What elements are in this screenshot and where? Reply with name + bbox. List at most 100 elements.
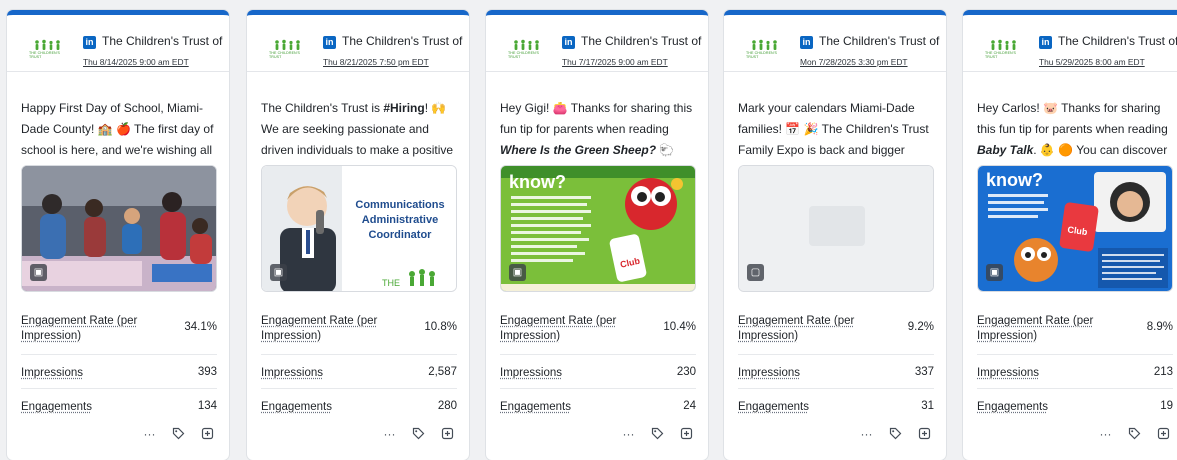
metric-value: 230 (677, 366, 696, 378)
linkedin-icon: in (83, 36, 96, 49)
trust-logo: THE CHILDREN'S TRUST (269, 39, 309, 61)
post-card[interactable]: THE CHILDREN'S TRUST in The Children's T… (486, 10, 708, 460)
post-text: The Children's Trust is #Hiring! 🙌 We ar… (261, 98, 457, 158)
account-name[interactable]: The Children's Trust of ... (342, 34, 466, 48)
trust-logo-figures-icon (511, 39, 545, 51)
metric-value: 2,587 (428, 366, 457, 378)
post-card[interactable]: THE CHILDREN'S TRUST in The Children's T… (7, 10, 229, 460)
green-sheep-promo-image: know? Club (501, 166, 696, 292)
linkedin-icon: in (800, 36, 813, 49)
logo-text: THE CHILDREN'S TRUST (269, 51, 309, 59)
metric-label[interactable]: Engagements (738, 400, 868, 415)
more-options-button[interactable]: ··· (142, 427, 157, 442)
metric-label[interactable]: Engagement Rate (per Impression) (261, 314, 391, 344)
metric-label[interactable]: Impressions (738, 366, 868, 381)
account-name[interactable]: The Children's Trust of ... (102, 34, 226, 48)
trust-logo: THE CHILDREN'S TRUST (985, 39, 1025, 61)
divider (977, 388, 1173, 389)
note-icon[interactable] (200, 427, 215, 442)
trust-logo: THE CHILDREN'S TRUST (508, 39, 548, 61)
image-title-1: Communications (355, 199, 444, 211)
note-icon[interactable] (440, 427, 455, 442)
post-media[interactable]: know? Club ▣ (977, 165, 1173, 292)
post-date-link[interactable]: Thu 8/14/2025 9:00 am EDT (83, 57, 189, 67)
metric-label[interactable]: Impressions (21, 366, 151, 381)
metric-label[interactable]: Impressions (500, 366, 630, 381)
trust-logo-figures-icon (32, 39, 66, 51)
post-text: Hey Carlos! 🐷 Thanks for sharing this fu… (977, 98, 1173, 158)
metric-label[interactable]: Engagement Rate (per Impression) (500, 314, 630, 344)
divider (261, 354, 457, 355)
trust-logo: THE CHILDREN'S TRUST (746, 39, 786, 61)
metric-engagement-rate: Engagement Rate (per Impression) 34.1% (21, 314, 217, 346)
divider (21, 388, 217, 389)
metric-label[interactable]: Engagement Rate (per Impression) (977, 314, 1107, 344)
divider (977, 354, 1173, 355)
metric-label[interactable]: Impressions (261, 366, 391, 381)
metric-label[interactable]: Impressions (977, 366, 1107, 381)
post-media[interactable]: ▣ (21, 165, 217, 292)
metric-engagement-rate: Engagement Rate (per Impression) 8.9% (977, 314, 1173, 346)
post-date-link[interactable]: Thu 8/21/2025 7:50 pm EDT (323, 57, 429, 67)
post-text: Mark your calendars Miami-Dade families!… (738, 98, 934, 158)
post-card[interactable]: THE CHILDREN'S TRUST in The Children's T… (724, 10, 946, 460)
post-text: Happy First Day of School, Miami-Dade Co… (21, 98, 217, 158)
image-title-3: Coordinator (369, 229, 433, 241)
post-card[interactable]: THE CHILDREN'S TRUST in The Children's T… (247, 10, 469, 460)
tag-icon[interactable] (171, 427, 186, 442)
post-media[interactable]: Communications Administrative Coordinato… (261, 165, 457, 292)
account-name[interactable]: The Children's Trust of ... (819, 34, 943, 48)
more-options-button[interactable]: ··· (1098, 427, 1113, 442)
baby-talk-promo-image: know? Club (978, 166, 1173, 292)
divider (500, 354, 696, 355)
note-icon[interactable] (679, 427, 694, 442)
account-name[interactable]: The Children's Trust of ... (1058, 34, 1177, 48)
metric-label[interactable]: Engagements (21, 400, 151, 415)
metric-value: 24 (683, 400, 696, 412)
image-title-2: Administrative (362, 214, 438, 226)
post-header: THE CHILDREN'S TRUST in The Children's T… (963, 15, 1177, 72)
tag-icon[interactable] (411, 427, 426, 442)
trust-logo: THE CHILDREN'S TRUST (29, 39, 69, 61)
metric-label[interactable]: Engagements (500, 400, 630, 415)
metric-value: 10.4% (663, 321, 696, 333)
metric-label[interactable]: Engagements (261, 400, 391, 415)
note-icon[interactable] (1156, 427, 1171, 442)
card-actions: ··· (382, 427, 455, 442)
tag-icon[interactable] (888, 427, 903, 442)
card-actions: ··· (621, 427, 694, 442)
post-header: THE CHILDREN'S TRUST in The Children's T… (724, 15, 946, 72)
trust-logo-figures-icon (272, 39, 306, 51)
post-media[interactable]: ▢ (738, 165, 934, 292)
linkedin-icon: in (1039, 36, 1052, 49)
metric-value: 337 (915, 366, 934, 378)
post-date-link[interactable]: Mon 7/28/2025 3:30 pm EDT (800, 57, 908, 67)
divider (500, 388, 696, 389)
image-icon: ▣ (986, 264, 1003, 281)
tag-icon[interactable] (650, 427, 665, 442)
metric-label[interactable]: Engagements (977, 400, 1107, 415)
logo-text: THE CHILDREN'S TRUST (29, 51, 69, 59)
tag-icon[interactable] (1127, 427, 1142, 442)
more-options-button[interactable]: ··· (382, 427, 397, 442)
linkedin-icon: in (562, 36, 575, 49)
metric-label[interactable]: Engagement Rate (per Impression) (738, 314, 868, 344)
post-media[interactable]: know? Club ▣ (500, 165, 696, 292)
account-name[interactable]: The Children's Trust of ... (581, 34, 705, 48)
divider (738, 388, 934, 389)
metric-value: 9.2% (908, 321, 934, 333)
post-date-link[interactable]: Thu 7/17/2025 9:00 am EDT (562, 57, 668, 67)
metric-value: 19 (1160, 400, 1173, 412)
metric-value: 10.8% (424, 321, 457, 333)
card-actions: ··· (859, 427, 932, 442)
card-actions: ··· (142, 427, 215, 442)
more-options-button[interactable]: ··· (859, 427, 874, 442)
note-icon[interactable] (917, 427, 932, 442)
post-date-link[interactable]: Thu 5/29/2025 8:00 am EDT (1039, 57, 1145, 67)
post-card[interactable]: THE CHILDREN'S TRUST in The Children's T… (963, 10, 1177, 460)
image-icon: ▣ (30, 264, 47, 281)
image-icon: ▣ (270, 264, 287, 281)
video-icon: ▢ (747, 264, 764, 281)
more-options-button[interactable]: ··· (621, 427, 636, 442)
metric-label[interactable]: Engagement Rate (per Impression) (21, 314, 151, 344)
